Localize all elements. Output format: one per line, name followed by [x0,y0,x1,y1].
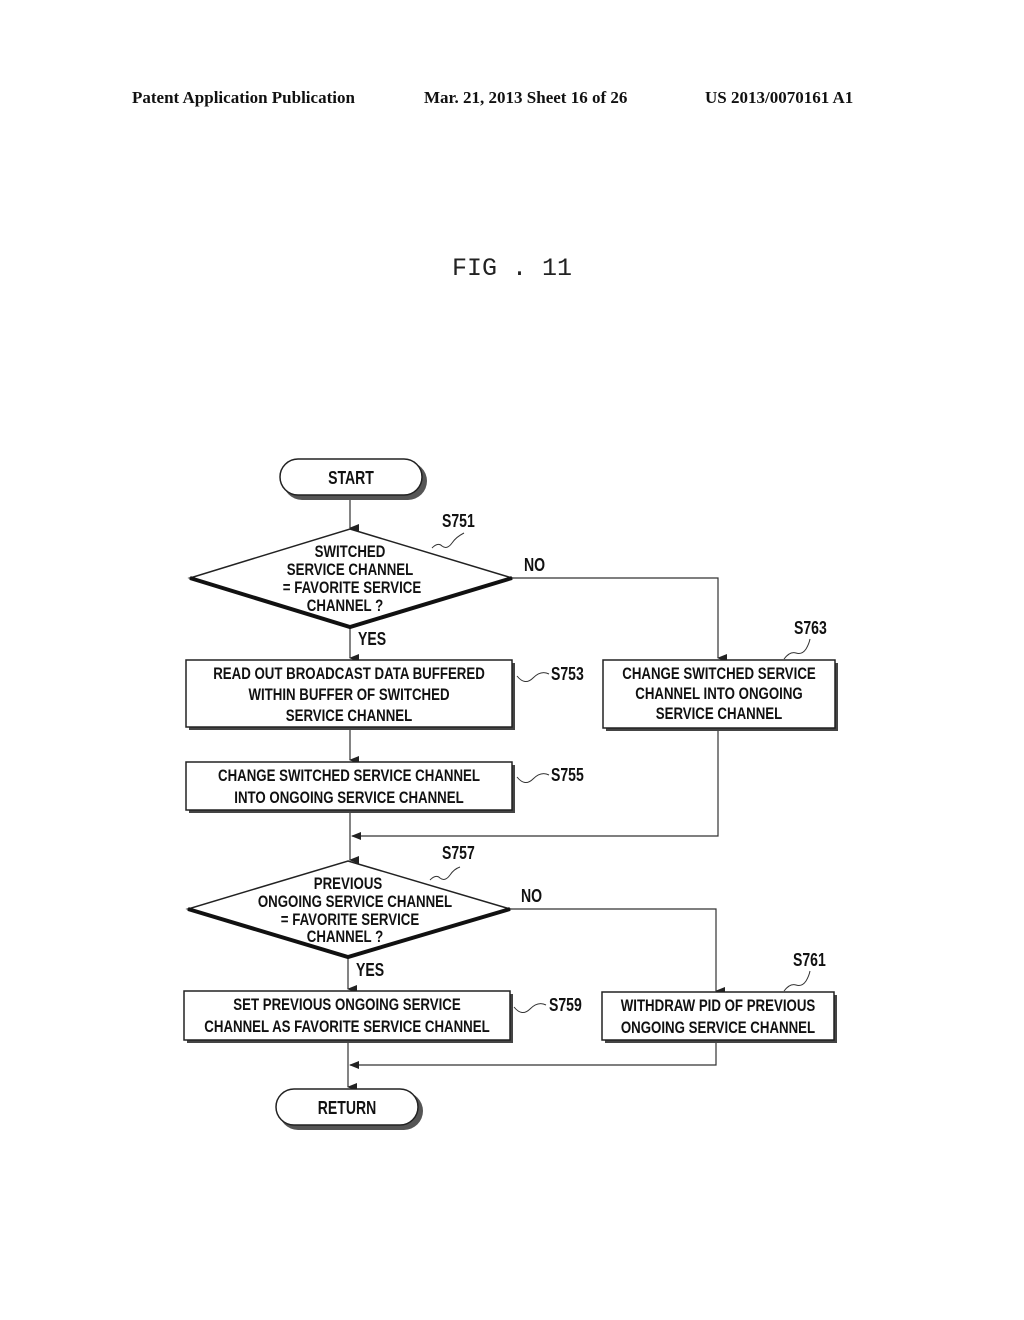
step-id-s761: S761 [793,950,826,970]
process-line: WITHDRAW PID OF PREVIOUS [621,996,816,1015]
step-id-s751: S751 [442,511,475,531]
process-line: CHANNEL INTO ONGOING [635,684,803,703]
decision-line: ONGOING SERVICE CHANNEL [258,892,452,911]
leader-squiggle [516,672,550,682]
decision-line: SERVICE CHANNEL [287,560,414,579]
step-id-s755: S755 [551,765,584,785]
process-line: READ OUT BROADCAST DATA BUFFERED [213,664,485,683]
no-label: NO [524,555,545,575]
flowchart: START SWITCHED SERVICE CHANNEL = FAVORIT… [183,458,838,1130]
decision-line: PREVIOUS [314,874,383,893]
arrow-s757-no [510,908,725,995]
leader-squiggle [783,638,811,660]
leader-squiggle [429,866,461,881]
leader-squiggle [431,532,465,549]
process-line: CHANGE SWITCHED SERVICE [622,664,816,683]
no-label: NO [521,886,542,906]
decision-line: = FAVORITE SERVICE [283,578,421,597]
process-line: WITHIN BUFFER OF SWITCHED [248,685,449,704]
step-id-s753: S753 [551,664,584,684]
process-line: SERVICE CHANNEL [656,704,783,723]
process-line: SERVICE CHANNEL [286,706,413,725]
step-id-s763: S763 [794,618,827,638]
process-s761: WITHDRAW PID OF PREVIOUS ONGOING SERVICE… [601,950,837,1043]
process-line: SET PREVIOUS ONGOING SERVICE [233,995,460,1014]
yes-label: YES [358,629,386,649]
return-label: RETURN [318,1098,377,1118]
decision-s751: SWITCHED SERVICE CHANNEL = FAVORITE SERV… [187,511,545,649]
process-line: CHANGE SWITCHED SERVICE CHANNEL [218,766,480,785]
start-label: START [328,468,374,488]
process-s755: CHANGE SWITCHED SERVICE CHANNEL INTO ONG… [185,761,584,813]
decision-line: CHANNEL ? [307,596,383,615]
decision-line: CHANNEL ? [307,927,383,946]
leader-squiggle [783,970,811,992]
leader-squiggle [513,1003,547,1013]
leader-squiggle [516,773,550,783]
decision-s757: PREVIOUS ONGOING SERVICE CHANNEL = FAVOR… [185,843,542,980]
return-terminal: RETURN [275,1088,423,1130]
step-id-s757: S757 [442,843,475,863]
process-line: INTO ONGOING SERVICE CHANNEL [234,788,463,807]
step-id-s759: S759 [549,995,582,1015]
decision-line: SWITCHED [315,542,386,561]
process-s763: CHANGE SWITCHED SERVICE CHANNEL INTO ONG… [602,618,838,731]
process-s759: SET PREVIOUS ONGOING SERVICE CHANNEL AS … [183,990,582,1043]
process-line: CHANNEL AS FAVORITE SERVICE CHANNEL [204,1017,489,1036]
arrow-s751-no [512,577,727,662]
yes-label: YES [356,960,384,980]
process-line: ONGOING SERVICE CHANNEL [621,1018,815,1037]
process-s753: READ OUT BROADCAST DATA BUFFERED WITHIN … [185,659,584,730]
arrow-s761-merge [349,1042,717,1069]
start-terminal: START [279,458,427,500]
